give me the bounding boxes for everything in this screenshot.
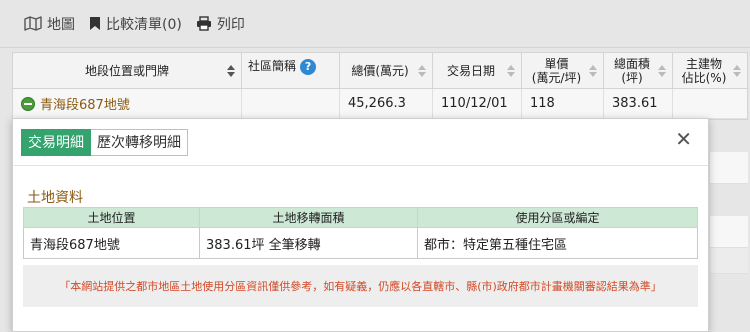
column-unit-price-label-1: 單價 xyxy=(544,56,569,71)
column-community[interactable]: 社區簡稱 ? xyxy=(242,53,340,88)
printer-icon xyxy=(196,16,212,31)
sort-icon xyxy=(507,64,515,77)
land-data-table: 土地位置 土地移轉面積 使用分區或編定 青海段687地號 383.61坪 全筆移… xyxy=(23,207,698,259)
print-label: 列印 xyxy=(216,16,245,33)
section-title: 土地資料 xyxy=(27,190,83,206)
land-cell-location: 青海段687地號 xyxy=(23,227,200,259)
table-row[interactable]: 青海段687地號 45,266.3 110/12/01 118 383.61 xyxy=(13,89,747,119)
land-cell-zoning: 都市：特定第五種住宅區 xyxy=(417,227,698,259)
results-grid: 地段位置或門牌 社區簡稱 ? 總價(萬元) 交易日期 單價 (萬元/坪) 總面積… xyxy=(12,52,748,120)
land-header-zoning: 使用分區或編定 xyxy=(417,207,698,228)
disclaimer-notice: 「本網站提供之都市地區土地使用分區資訊僅供參考，如有疑義，仍應以各直轄市、縣(市… xyxy=(23,265,698,307)
address-text: 青海段687地號 xyxy=(40,98,130,113)
cell-address: 青海段687地號 xyxy=(13,89,242,118)
map-button[interactable]: 地圖 xyxy=(24,14,75,34)
map-label: 地圖 xyxy=(47,16,75,33)
page: 地圖 比較清單(0) 列印 地段位置或門牌 社區簡稱 ? 總價(萬元) 交易日期… xyxy=(0,0,750,332)
cell-community xyxy=(242,89,340,118)
column-unit-price-label-2: (萬元/坪) xyxy=(531,70,582,85)
cell-main-ratio xyxy=(673,89,747,118)
land-cell-area: 383.61坪 全筆移轉 xyxy=(199,227,418,259)
column-area[interactable]: 總面積 (坪) xyxy=(604,53,673,88)
column-total-price[interactable]: 總價(萬元) xyxy=(340,53,433,88)
sort-icon xyxy=(227,64,235,77)
sort-icon xyxy=(589,64,597,77)
column-main-ratio-label-2: 佔比(%) xyxy=(681,70,727,85)
transaction-detail-popup: 交易明細 歷次轉移明細 ✕ 土地資料 土地位置 土地移轉面積 使用分區或編定 青… xyxy=(12,118,709,332)
table-row: 青海段687地號 383.61坪 全筆移轉 都市：特定第五種住宅區 xyxy=(23,227,698,259)
compare-list-button[interactable]: 比較清單(0) xyxy=(89,14,182,34)
background-row xyxy=(710,216,748,248)
cell-date: 110/12/01 xyxy=(433,89,522,118)
tab-transfer-history[interactable]: 歷次轉移明細 xyxy=(91,129,188,156)
cell-unit-price: 118 xyxy=(522,89,604,118)
map-icon xyxy=(24,16,42,31)
tab-transaction-detail[interactable]: 交易明細 xyxy=(21,129,91,156)
close-icon[interactable]: ✕ xyxy=(675,129,692,149)
grid-header: 地段位置或門牌 社區簡稱 ? 總價(萬元) 交易日期 單價 (萬元/坪) 總面積… xyxy=(13,53,747,89)
background-row xyxy=(710,248,748,274)
sort-icon xyxy=(733,64,741,77)
column-area-label-2: (坪) xyxy=(621,70,643,85)
toolbar: 地圖 比較清單(0) 列印 xyxy=(0,0,750,48)
sort-icon xyxy=(418,64,426,77)
background-row xyxy=(710,152,748,184)
cell-area: 383.61 xyxy=(604,89,673,118)
address-link[interactable]: 青海段687地號 xyxy=(21,94,130,113)
column-main-ratio-label-1: 主建物 xyxy=(685,56,722,71)
bookmark-icon xyxy=(89,16,101,31)
column-date[interactable]: 交易日期 xyxy=(433,53,522,88)
land-table-header: 土地位置 土地移轉面積 使用分區或編定 xyxy=(23,207,698,228)
column-unit-price[interactable]: 單價 (萬元/坪) xyxy=(522,53,604,88)
column-date-label: 交易日期 xyxy=(446,63,495,78)
column-address-label: 地段位置或門牌 xyxy=(84,63,169,78)
column-address[interactable]: 地段位置或門牌 xyxy=(13,53,242,88)
land-header-area: 土地移轉面積 xyxy=(199,207,418,228)
column-main-ratio[interactable]: 主建物 佔比(%) xyxy=(673,53,747,88)
column-community-label: 社區簡稱 xyxy=(248,59,297,73)
sort-icon xyxy=(658,64,666,77)
cell-total-price: 45,266.3 xyxy=(340,89,433,118)
column-total-price-label: 總價(萬元) xyxy=(351,63,409,78)
land-header-location: 土地位置 xyxy=(23,207,200,228)
divider xyxy=(13,165,708,166)
column-area-label-1: 總面積 xyxy=(613,56,650,71)
print-button[interactable]: 列印 xyxy=(196,14,245,34)
compare-list-label: 比較清單(0) xyxy=(106,16,182,33)
help-circle-icon[interactable]: ? xyxy=(300,59,317,75)
popup-tabs: 交易明細 歷次轉移明細 xyxy=(21,129,188,156)
minus-circle-icon[interactable] xyxy=(21,96,35,111)
